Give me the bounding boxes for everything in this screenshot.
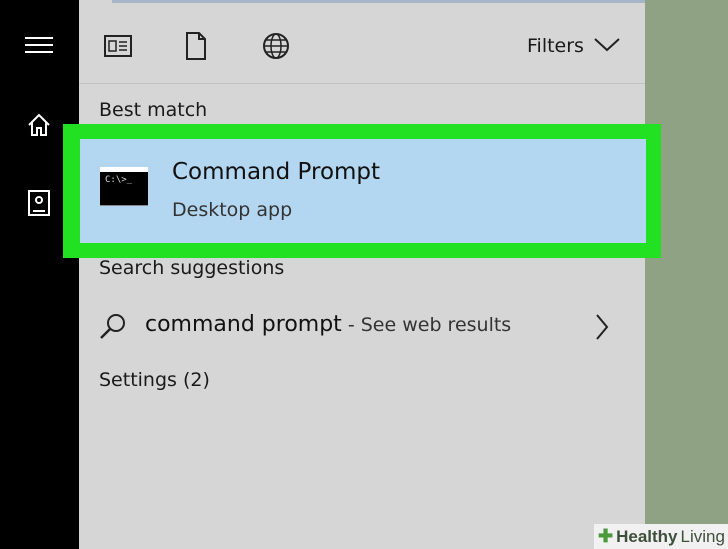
result-subtitle: Desktop app	[172, 199, 293, 221]
start-left-rail	[0, 0, 79, 549]
chevron-right-icon	[595, 314, 609, 344]
plus-leaf-icon: ✚	[598, 526, 614, 546]
best-match-heading: Best match	[99, 99, 208, 121]
filters-label: Filters	[527, 35, 584, 57]
result-title: Command Prompt	[172, 159, 381, 185]
watermark-brand-light: Living	[680, 526, 725, 546]
web-search-suggestion[interactable]: command prompt - See web results	[99, 310, 629, 346]
documents-filter-icon[interactable]	[180, 30, 212, 62]
filters-dropdown[interactable]: Filters	[527, 33, 620, 59]
healthy-living-watermark: ✚ Healthy Living	[594, 524, 728, 549]
suggestion-query: command prompt	[145, 312, 342, 337]
toolbar-divider	[79, 83, 645, 84]
notebook-icon[interactable]	[24, 188, 54, 218]
home-icon[interactable]	[24, 110, 54, 140]
search-suggestions-heading: Search suggestions	[99, 257, 285, 279]
hamburger-menu-icon[interactable]	[24, 30, 54, 60]
suggestion-web-results: - See web results	[341, 314, 512, 336]
apps-filter-icon[interactable]	[102, 30, 134, 62]
command-prompt-icon-text: C:\>_	[105, 175, 133, 185]
watermark-brand-bold: Healthy	[616, 526, 678, 546]
best-match-result-command-prompt[interactable]: C:\>_ Command Prompt Desktop app	[80, 139, 646, 243]
search-icon	[99, 312, 127, 344]
command-prompt-icon: C:\>_	[100, 167, 148, 205]
chevron-down-icon	[594, 35, 620, 57]
suggestion-text: command prompt - See web results	[145, 312, 511, 337]
web-filter-icon[interactable]	[260, 30, 292, 62]
panel-top-edge	[112, 0, 645, 3]
settings-heading[interactable]: Settings (2)	[99, 369, 210, 391]
